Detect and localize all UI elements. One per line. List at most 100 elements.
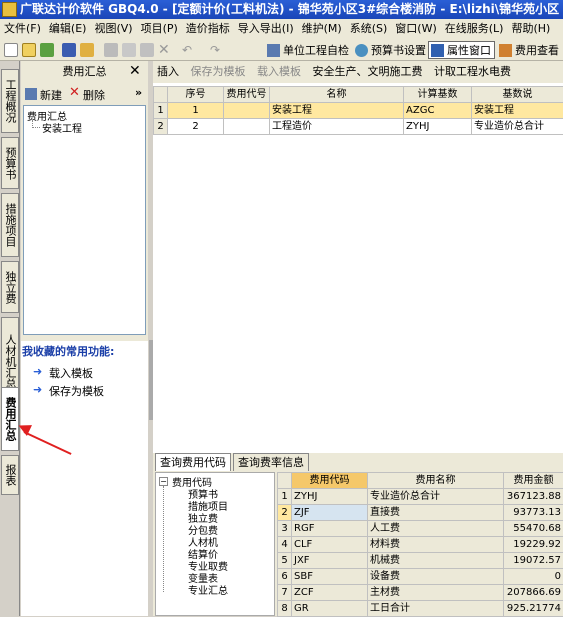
delete-icon[interactable]: ✕ [158,43,172,57]
cell-name[interactable]: 机械费 [368,553,504,569]
col-seq[interactable]: 序号 [168,87,224,103]
cell-name[interactable]: 专业造价总合计 [368,489,504,505]
cell-code[interactable]: SBF [292,569,368,585]
col-desc[interactable]: 基数说 [472,87,563,103]
cell-amount[interactable]: 19229.92 [504,537,563,553]
cell-amount[interactable]: 367123.88 [504,489,563,505]
tab-project-overview[interactable]: 工程概况 [1,69,19,133]
cell-desc[interactable]: 专业造价总合计 [472,119,563,135]
tab-query-fee-rate[interactable]: 查询费率信息 [233,453,309,471]
table-row[interactable]: 3RGF人工费55470.68 [278,521,563,537]
cell-name[interactable]: 设备费 [368,569,504,585]
cell-name[interactable]: 安装工程 [270,103,404,119]
copy-icon[interactable] [122,43,136,57]
table-row[interactable]: 5JXF机械费19072.57 [278,553,563,569]
cell-name[interactable]: 人工费 [368,521,504,537]
cell-code[interactable]: RGF [292,521,368,537]
redo-icon[interactable]: ↷ [210,43,224,57]
cut-icon[interactable] [104,43,118,57]
tab-measures[interactable]: 措施项目 [1,193,19,257]
cell-code[interactable]: ZYHJ [292,489,368,505]
table-row[interactable]: 4CLF材料费19229.92 [278,537,563,553]
col-base[interactable]: 计算基数 [404,87,472,103]
safety-fee-button[interactable]: 安全生产、文明施工费 [309,61,427,83]
col-code[interactable]: 费用代号 [224,87,270,103]
delete-button[interactable]: 删除 [83,87,105,103]
menu-file[interactable]: 文件(F) [0,19,45,39]
cell-seq[interactable]: 2 [168,119,224,135]
close-icon[interactable]: ✕ [129,63,143,79]
load-template-button[interactable]: 载入模板 [253,61,305,83]
cell-amount[interactable]: 19072.57 [504,553,563,569]
cell-amount[interactable]: 0 [504,569,563,585]
menu-maintain[interactable]: 维护(M) [298,19,346,39]
cell-amount[interactable]: 93773.13 [504,505,563,521]
cell-name[interactable]: 主材费 [368,585,504,601]
menu-online[interactable]: 在线服务(L) [441,19,508,39]
new-file-icon[interactable] [4,43,18,57]
table-row[interactable]: 8GR工日合计925.21774 [278,601,563,617]
menu-project[interactable]: 项目(P) [137,19,182,39]
insert-button[interactable]: 插入 [153,61,183,83]
menu-help[interactable]: 帮助(H) [507,19,554,39]
menu-import-export[interactable]: 导入导出(I) [234,19,298,39]
tab-fee-summary[interactable]: 费用汇总 [1,387,19,451]
unit-check-button[interactable]: 单位工程自检 [264,41,353,59]
table-row[interactable]: 7ZCF主材费207866.69 [278,585,563,601]
paste-icon[interactable] [140,43,154,57]
table-row[interactable]: 2ZJF直接费93773.13 [278,505,563,521]
expand-icon[interactable]: » [135,86,142,99]
menu-edit[interactable]: 编辑(E) [45,19,91,39]
save-all-icon[interactable] [80,43,94,57]
col-fee-code[interactable]: 费用代码 [292,473,368,489]
col-name[interactable]: 名称 [270,87,404,103]
cell-code[interactable]: ZCF [292,585,368,601]
cell-code[interactable]: JXF [292,553,368,569]
new-button[interactable]: 新建 [40,87,62,103]
fav-load-template[interactable]: 载入模板 [49,365,93,381]
table-row[interactable]: 6SBF设备费0 [278,569,563,585]
tab-report[interactable]: 报表 [1,455,19,495]
cell-seq[interactable]: 1 [168,103,224,119]
menu-system[interactable]: 系统(S) [346,19,392,39]
cell-name[interactable]: 直接费 [368,505,504,521]
cell-code[interactable]: CLF [292,537,368,553]
tab-query-fee-code[interactable]: 查询费用代码 [155,453,231,471]
open-folder-icon[interactable] [22,43,36,57]
undo-icon[interactable]: ↶ [182,43,196,57]
table-row[interactable]: 1 1 安装工程 AZGC 安装工程 [154,103,563,119]
cell-code[interactable]: ZJF [292,505,368,521]
cell-name[interactable]: 材料费 [368,537,504,553]
property-window-button[interactable]: 属性窗口 [428,41,495,59]
col-fee-name[interactable]: 费用名称 [368,473,504,489]
collapse-icon[interactable]: − [159,477,168,486]
cell-base[interactable]: ZYHJ [404,119,472,135]
table-row[interactable]: 2 2 工程造价 ZYHJ 专业造价总合计 [154,119,563,135]
fav-save-template[interactable]: 保存为模板 [49,383,104,399]
cell-name[interactable]: 工日合计 [368,601,504,617]
cell-code[interactable]: GR [292,601,368,617]
cell-amount[interactable]: 55470.68 [504,521,563,537]
tree-item[interactable]: 专业汇总 [188,582,228,597]
tab-budget[interactable]: 预算书 [1,137,19,189]
budget-settings-button[interactable]: 预算书设置 [352,41,430,59]
fee-view-button[interactable]: 费用查看 [496,41,563,59]
open-dropdown-icon[interactable] [40,43,54,57]
col-fee-amount[interactable]: 费用金额 [504,473,563,489]
save-template-button[interactable]: 保存为模板 [187,61,250,83]
table-row[interactable]: 1ZYHJ专业造价总合计367123.88 [278,489,563,505]
cell-code[interactable] [224,119,270,135]
cell-desc[interactable]: 安装工程 [472,103,563,119]
menu-view[interactable]: 视图(V) [90,19,136,39]
app-icon[interactable] [2,2,17,17]
tab-independent-fee[interactable]: 独立费 [1,261,19,313]
water-power-fee-button[interactable]: 计取工程水电费 [430,61,515,83]
cell-amount[interactable]: 207866.69 [504,585,563,601]
menu-window[interactable]: 窗口(W) [391,19,440,39]
save-icon[interactable] [62,43,76,57]
cell-base[interactable]: AZGC [404,103,472,119]
tree-item-install[interactable]: 安装工程 [42,120,82,135]
cell-code[interactable] [224,103,270,119]
menu-cost-index[interactable]: 造价指标 [182,19,234,39]
cell-name[interactable]: 工程造价 [270,119,404,135]
